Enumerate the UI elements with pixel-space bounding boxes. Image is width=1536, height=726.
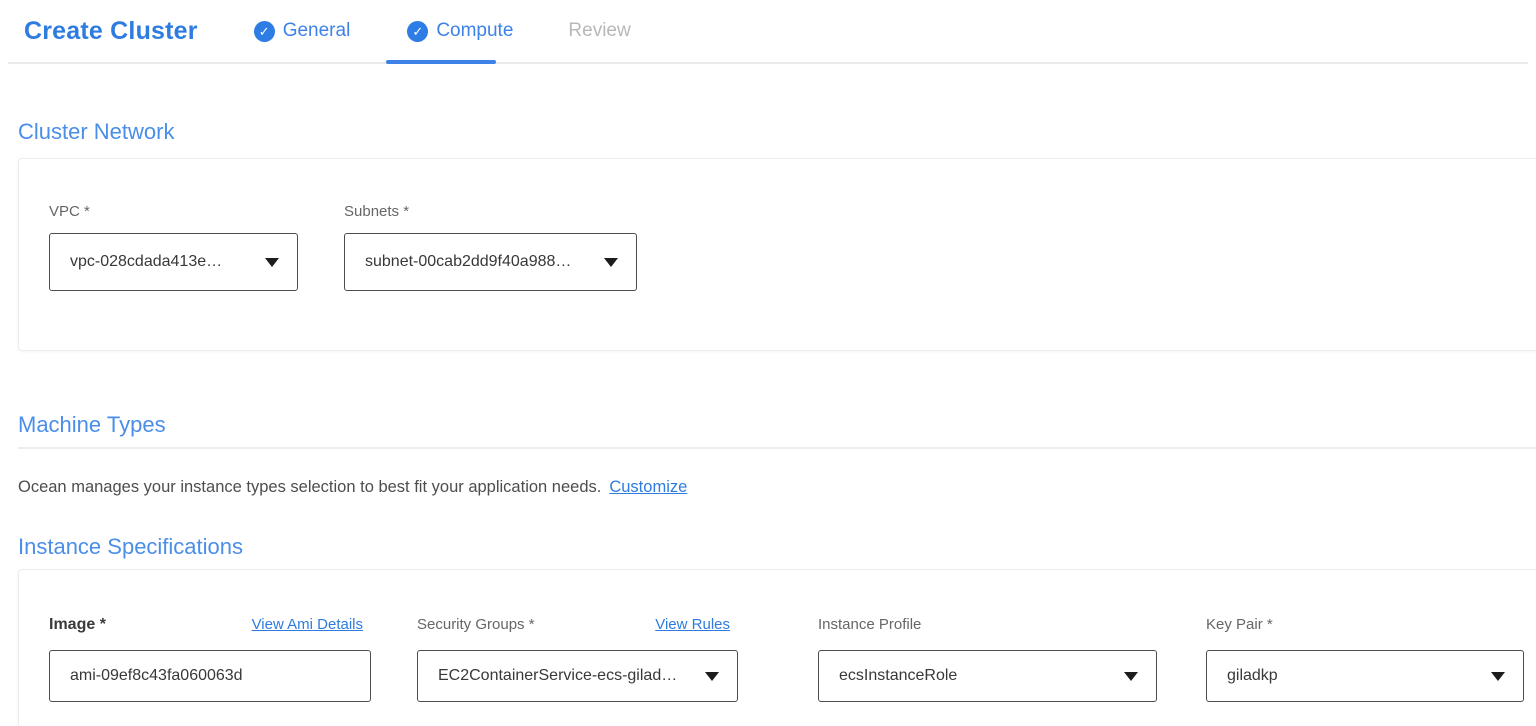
wizard-header: Create Cluster ✓ General ✓ Compute Revie… <box>8 0 1528 64</box>
chevron-down-icon <box>1124 672 1138 681</box>
key-pair-label-row: Key Pair * <box>1206 616 1524 634</box>
check-icon: ✓ <box>407 21 428 42</box>
key-pair-select[interactable]: giladkp <box>1206 650 1524 702</box>
machine-types-heading: Machine Types <box>18 411 1536 439</box>
security-groups-selected-value: EC2ContainerService-ecs-gilad… <box>438 667 677 685</box>
vpc-label: VPC * <box>49 203 298 221</box>
vpc-field: VPC * vpc-028cdada413e… <box>49 203 298 350</box>
instance-profile-label: Instance Profile <box>818 616 921 634</box>
subnets-select[interactable]: subnet-00cab2dd9f40a988… <box>344 233 637 291</box>
subnets-label: Subnets * <box>344 203 637 221</box>
machine-types-description: Ocean manages your instance types select… <box>18 477 1536 497</box>
check-icon: ✓ <box>254 21 275 42</box>
key-pair-field: Key Pair * giladkp <box>1206 616 1524 726</box>
security-groups-select[interactable]: EC2ContainerService-ecs-gilad… <box>417 650 738 702</box>
instance-profile-select[interactable]: ecsInstanceRole <box>818 650 1157 702</box>
active-tab-underline <box>386 60 496 64</box>
cluster-network-card: VPC * vpc-028cdada413e… Subnets * subnet… <box>18 158 1536 351</box>
vpc-selected-value: vpc-028cdada413e… <box>70 253 222 271</box>
security-groups-label-row: Security Groups * View Rules <box>417 616 738 634</box>
customize-link[interactable]: Customize <box>609 478 687 496</box>
key-pair-label: Key Pair * <box>1206 616 1273 634</box>
chevron-down-icon <box>604 258 618 267</box>
subnets-field: Subnets * subnet-00cab2dd9f40a988… <box>344 203 637 350</box>
chevron-down-icon <box>265 258 279 267</box>
instance-profile-selected-value: ecsInstanceRole <box>839 667 957 685</box>
instance-profile-label-row: Instance Profile <box>818 616 1157 634</box>
subnets-selected-value: subnet-00cab2dd9f40a988… <box>365 253 571 271</box>
tab-compute-label: Compute <box>436 20 513 42</box>
image-input[interactable] <box>49 650 371 702</box>
tab-general[interactable]: ✓ General <box>254 20 351 42</box>
section-divider <box>18 447 1536 449</box>
view-rules-link[interactable]: View Rules <box>655 616 730 633</box>
page-title: Create Cluster <box>24 17 198 46</box>
instance-profile-field: Instance Profile ecsInstanceRole <box>818 616 1157 726</box>
cluster-network-heading: Cluster Network <box>18 118 1536 146</box>
tab-review[interactable]: Review <box>568 20 630 42</box>
security-groups-field: Security Groups * View Rules EC2Containe… <box>417 616 738 726</box>
image-label-row: Image * View Ami Details <box>49 616 371 634</box>
security-groups-label: Security Groups * <box>417 616 535 634</box>
chevron-down-icon <box>705 672 719 681</box>
key-pair-selected-value: giladkp <box>1227 667 1278 685</box>
chevron-down-icon <box>1491 672 1505 681</box>
tab-general-label: General <box>283 20 351 42</box>
view-ami-details-link[interactable]: View Ami Details <box>252 616 363 633</box>
tab-compute[interactable]: ✓ Compute <box>407 20 513 42</box>
vpc-select[interactable]: vpc-028cdada413e… <box>49 233 298 291</box>
image-label: Image * <box>49 616 106 634</box>
instance-specifications-card: Image * View Ami Details Security Groups… <box>18 569 1536 726</box>
instance-specifications-heading: Instance Specifications <box>18 533 1536 561</box>
image-field: Image * View Ami Details <box>49 616 371 726</box>
machine-types-description-text: Ocean manages your instance types select… <box>18 478 601 496</box>
tab-review-label: Review <box>568 20 630 42</box>
